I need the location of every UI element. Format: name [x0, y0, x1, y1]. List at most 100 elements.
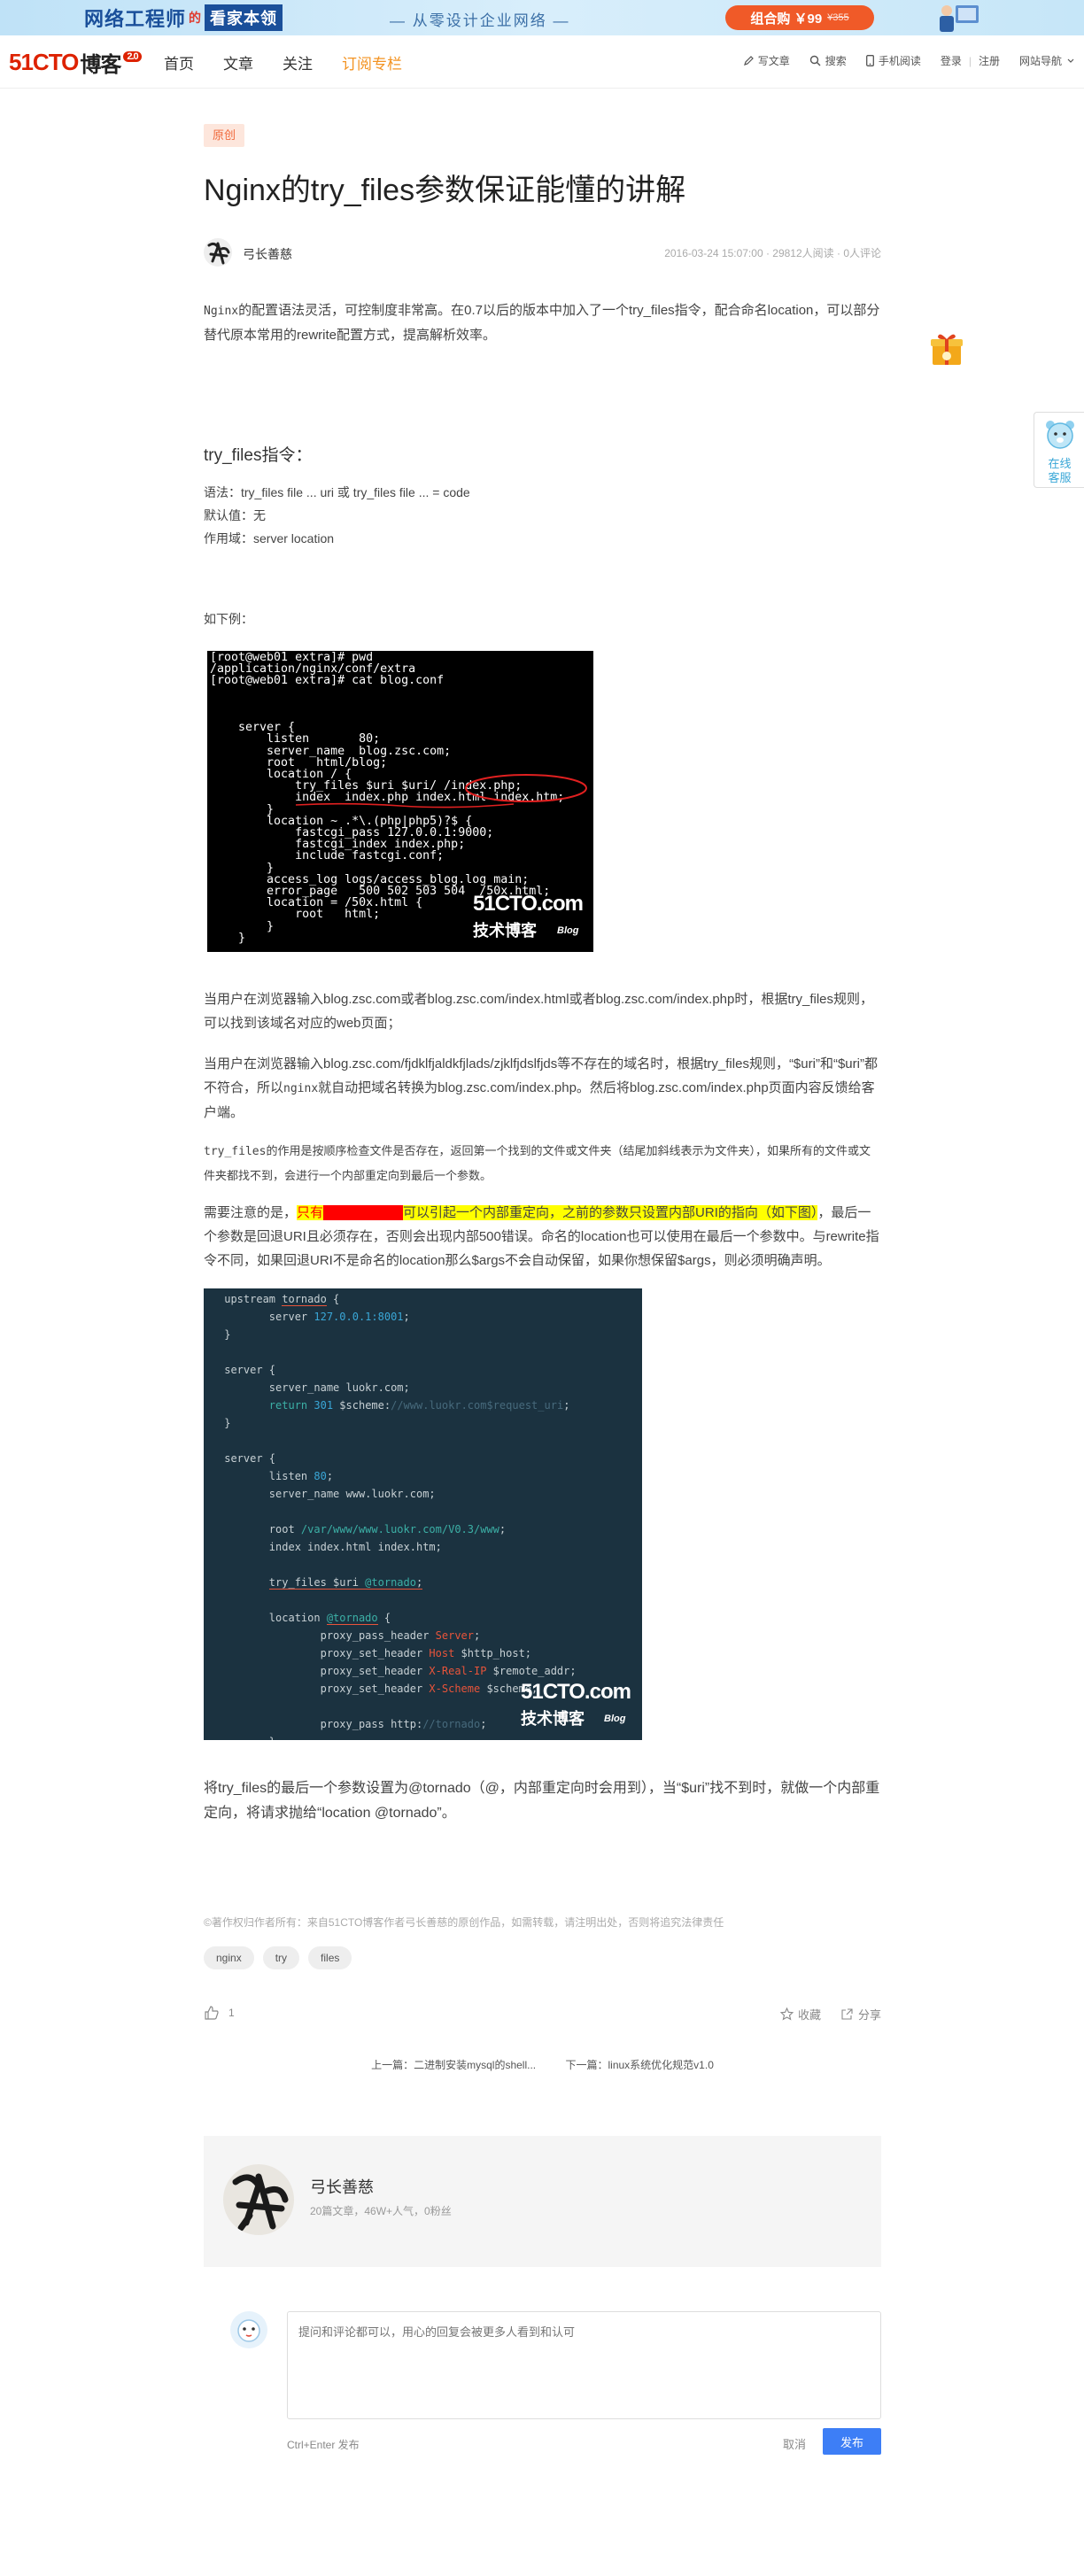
favorite-button[interactable]: 收藏: [779, 2006, 821, 2023]
tag-nginx[interactable]: nginx: [204, 1946, 254, 1969]
logo-main: 51CTO: [9, 48, 79, 75]
search-icon: [809, 55, 821, 66]
login-divider: |: [968, 54, 972, 67]
conclusion-paragraph: 将try_files的最后一个参数设置为@tornado（@，内部重定向时会用到…: [204, 1781, 880, 1821]
chevron-down-icon: [1067, 58, 1074, 63]
intro-paragraph: Nginx的配置语法灵活，可控制度非常高。在0.7以后的版本中加入了一个try_…: [204, 298, 881, 347]
nav-subscribe[interactable]: 订阅专栏: [342, 51, 402, 73]
para2-mono: nginx: [283, 1082, 319, 1095]
next-article-link[interactable]: 下一篇：linux系统优化规范v1.0: [566, 2059, 714, 2071]
watermark-51cto: 51CTO.com: [473, 892, 584, 916]
pen-icon: [743, 55, 754, 66]
code-watermark-tech-blog: 技术博客: [521, 1710, 585, 1728]
scope-line: 作用域：server location: [204, 531, 335, 545]
share-label: 分享: [857, 2008, 881, 2022]
share-icon: [841, 2008, 853, 2020]
ad-cta-old-price: ¥355: [827, 12, 849, 23]
article-actions: 1 收藏 分享: [204, 2001, 881, 2028]
tag-try[interactable]: try: [262, 1946, 300, 1969]
nav-follow[interactable]: 关注: [283, 51, 313, 73]
article-right-actions: 收藏 分享: [761, 2006, 881, 2023]
like-count: 1: [228, 2007, 235, 2019]
search-link[interactable]: 搜索: [809, 53, 847, 68]
ad-brand-de: 的: [189, 11, 203, 25]
red-underline-annotation: [295, 802, 515, 808]
header-right-nav: 写文章 搜索 手机阅读 登录 | 注册 网站导航: [724, 53, 1075, 68]
site-nav-label: 网站导航: [1018, 55, 1062, 67]
avatar-calligraphy-icon: [223, 2164, 294, 2235]
article-title: Nginx的try_files参数保证能懂的讲解: [204, 174, 686, 207]
paragraph-4: 需要注意的是，只有最后一个参数可以引起一个内部重定向，之前的参数只设置内部URI…: [204, 1201, 881, 1273]
prev-article-link[interactable]: 上一篇：二进制安装mysql的shell...: [371, 2059, 536, 2071]
service-bear-icon: [1046, 421, 1074, 449]
ad-cta-button[interactable]: 组合购 ￥99 ¥355: [725, 5, 874, 30]
comment-cancel-button[interactable]: 取消: [783, 2435, 806, 2452]
original-badge: 原创: [204, 124, 245, 147]
tag-list: nginx try files: [204, 1946, 360, 1969]
main-nav: 首页 文章 关注 订阅专栏: [164, 51, 431, 73]
thumbs-up-icon: [205, 2006, 219, 2020]
example-label: 如下例：: [204, 612, 253, 626]
paragraph-3: try_files的作用是按顺序检查文件是否存在，返回第一个找到的文件或文件夹（…: [204, 1139, 881, 1187]
default-avatar-icon: [230, 2311, 267, 2348]
phone-icon: [865, 55, 874, 66]
register-link[interactable]: 注册: [979, 53, 1000, 68]
prev-next-nav: 上一篇：二进制安装mysql的shell... 下一篇：linux系统优化规范v…: [204, 2057, 881, 2072]
online-service-widget[interactable]: 在线 客服: [1034, 412, 1084, 488]
copyright-note: ©著作权归作者所有：来自51CTO博客作者弓长善慈的原创作品，如需转载，请注明出…: [204, 1916, 724, 1929]
site-header: 51CTO 博客 2.0 首页 文章 关注 订阅专栏 写文章 搜索 手机阅读 登…: [0, 35, 1084, 89]
write-article-link[interactable]: 写文章: [743, 53, 790, 68]
ad-figure-icon: [940, 5, 979, 32]
intro-mono: Nginx: [204, 305, 239, 318]
section-heading: try_files指令：: [204, 446, 313, 465]
author-avatar[interactable]: [204, 238, 232, 267]
intro-text: 的配置语法灵活，可控制度非常高。在0.7以后的版本中加入了一个try_files…: [204, 303, 880, 343]
mobile-read-link[interactable]: 手机阅读: [865, 53, 921, 68]
search-label: 搜索: [825, 55, 847, 67]
author-name[interactable]: 弓长善慈: [243, 245, 292, 263]
nav-articles[interactable]: 文章: [223, 51, 253, 73]
author-row: 弓长善慈 2016-03-24 15:07:00 · 29812人阅读 · 0人…: [204, 235, 881, 270]
login-link[interactable]: 登录: [941, 53, 962, 68]
like-button[interactable]: 1: [204, 2005, 235, 2021]
comment-submit-button[interactable]: 发布: [823, 2428, 881, 2455]
para4-highlight: 可以引起一个内部重定向，之前的参数只设置内部URI的指向（如下图）: [403, 1205, 818, 1220]
para3-mono: try_files: [204, 1145, 267, 1158]
top-ad-banner[interactable]: 网络工程师 的 看家本领 — 从零设计企业网络 — 组合购 ￥99 ¥355: [0, 0, 1084, 35]
code-watermark-51cto: 51CTO.com: [521, 1680, 631, 1704]
default-line: 默认值：无: [204, 508, 266, 522]
tag-files[interactable]: files: [308, 1946, 352, 1969]
paragraph-2: 当用户在浏览器输入blog.zsc.com/fjdklfjaldkfjlads/…: [204, 1052, 881, 1125]
logo-blog: 博客: [80, 52, 121, 77]
logo-version: 2.0: [123, 51, 142, 62]
nav-home[interactable]: 首页: [164, 51, 194, 73]
nginx-code: upstream tornado { server 127.0.0.1:8001…: [218, 1293, 577, 1740]
ad-brand: 网络工程师 的 看家本领: [84, 4, 283, 32]
write-label: 写文章: [757, 55, 790, 67]
ad-slogan: — 从零设计企业网络 —: [390, 12, 570, 29]
commenter-avatar: [230, 2311, 267, 2348]
star-icon: [779, 2007, 794, 2021]
favorite-label: 收藏: [797, 2008, 821, 2022]
share-button[interactable]: 分享: [840, 2006, 881, 2023]
online-service-label: 在线 客服: [1048, 457, 1072, 484]
avatar-calligraphy-icon: [204, 238, 232, 267]
code-watermark-blog: Blog: [604, 1713, 626, 1724]
para4-red-b: 最后一个参数: [323, 1205, 404, 1220]
terminal-screenshot: [root@web01 extra]# pwd /application/ngi…: [207, 651, 593, 952]
comment-input[interactable]: [287, 2311, 881, 2419]
para4-pre: 需要注意的是，: [204, 1205, 298, 1220]
article-meta: 2016-03-24 15:07:00 · 29812人阅读 · 0人评论: [664, 247, 881, 259]
syntax-line: 语法：try_files file ... uri 或 try_files fi…: [204, 485, 470, 499]
comment-shortcut-hint: Ctrl+Enter 发布: [287, 2439, 360, 2451]
author-card-avatar[interactable]: [223, 2164, 294, 2235]
paragraph-1: 当用户在浏览器输入blog.zsc.com或者blog.zsc.com/inde…: [204, 992, 874, 1031]
para3-text: 的作用是按顺序检查文件是否存在，返回第一个找到的文件或文件夹（结尾加斜线表示为文…: [204, 1144, 871, 1182]
nginx-code-screenshot: upstream tornado { server 127.0.0.1:8001…: [204, 1288, 642, 1740]
site-logo[interactable]: 51CTO 博客 2.0: [9, 48, 142, 77]
watermark-blog: Blog: [557, 925, 579, 936]
author-card-name[interactable]: 弓长善慈: [310, 2175, 374, 2198]
gift-icon[interactable]: [927, 329, 966, 368]
site-nav-dropdown[interactable]: 网站导航: [1019, 53, 1075, 68]
watermark-tech-blog: 技术博客: [473, 922, 537, 940]
